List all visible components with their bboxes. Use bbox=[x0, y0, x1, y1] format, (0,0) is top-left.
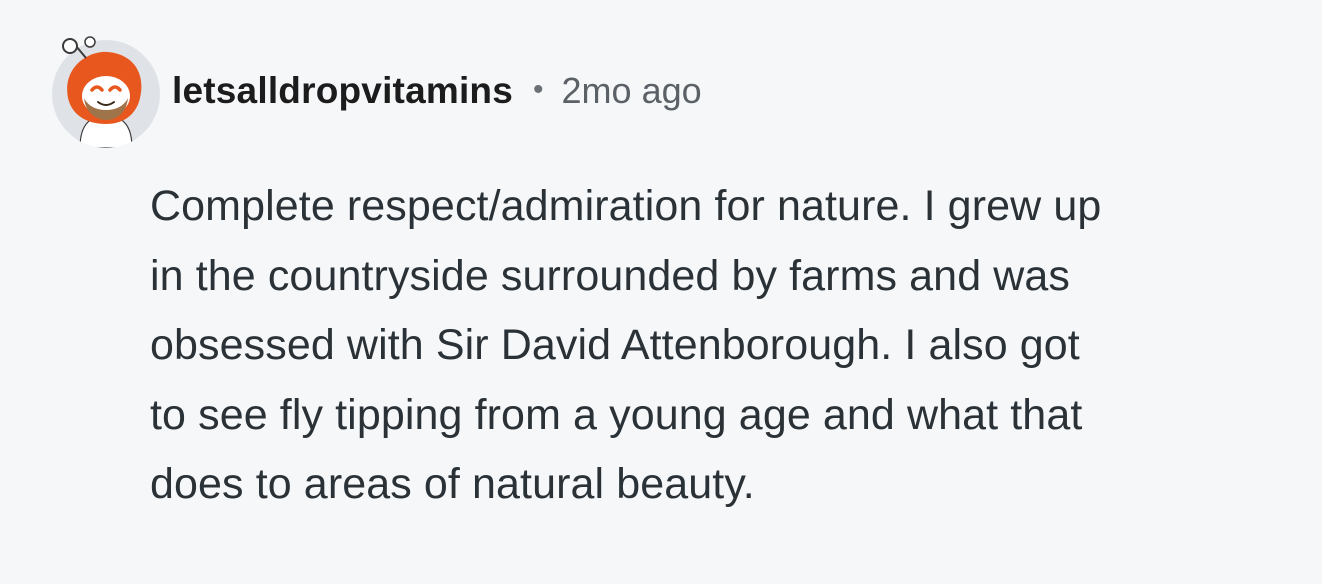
username-link[interactable]: letsalldropvitamins bbox=[172, 70, 513, 112]
comment-text-line: Complete respect/admiration for nature. … bbox=[150, 182, 1102, 230]
comment-text-line: obsessed with Sir David Attenborough. I … bbox=[150, 321, 1080, 369]
snoo-avatar-icon bbox=[52, 36, 160, 148]
comment-text-line: does to areas of natural beauty. bbox=[150, 460, 755, 508]
comment-text-line: in the countryside surrounded by farms a… bbox=[150, 251, 1071, 300]
separator-dot: • bbox=[533, 73, 544, 106]
user-avatar[interactable] bbox=[50, 36, 162, 148]
comment-body: Complete respect/admiration for nature. … bbox=[150, 172, 1290, 520]
timestamp[interactable]: 2mo ago bbox=[562, 70, 702, 112]
comment-card: letsalldropvitamins • 2mo ago Complete r… bbox=[0, 0, 1322, 584]
comment-text-line: to see fly tipping from a young age and … bbox=[150, 390, 1083, 439]
comment-meta: letsalldropvitamins • 2mo ago bbox=[172, 70, 702, 112]
